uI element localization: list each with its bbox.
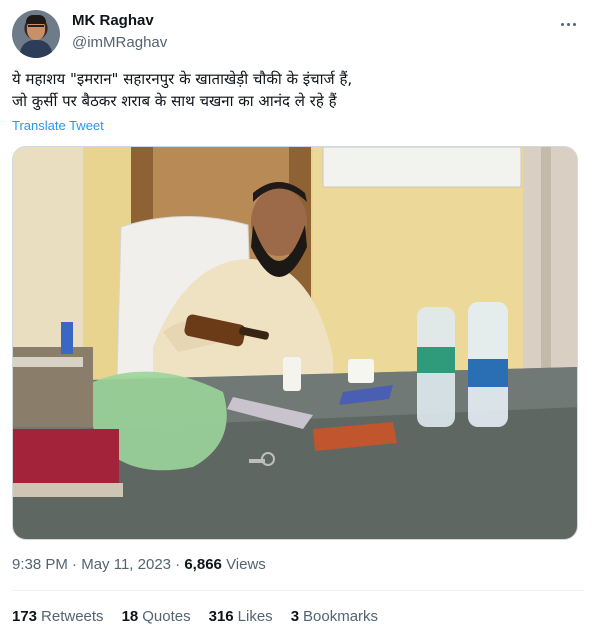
- divider: [12, 590, 584, 591]
- author-avatar[interactable]: [12, 10, 60, 58]
- translate-tweet-link[interactable]: Translate Tweet: [12, 118, 104, 133]
- bookmarks-label: Bookmarks: [303, 608, 379, 625]
- quotes-label: Quotes: [142, 608, 191, 625]
- bookmarks-stat[interactable]: 3 Bookmarks: [291, 608, 378, 625]
- likes-stat[interactable]: 316 Likes: [209, 608, 273, 625]
- likes-label: Likes: [237, 608, 273, 625]
- quotes-count: 18: [121, 608, 139, 625]
- tweet-date[interactable]: May 11, 2023: [81, 556, 171, 573]
- tweet-text: ये महाशय "इमरान" सहारनपुर के खाताखेड़ी च…: [12, 68, 582, 112]
- tweet-stats: 173 Retweets 18 Quotes 316 Likes 3 Bookmarks: [12, 608, 378, 625]
- tweet-photo[interactable]: [12, 146, 578, 540]
- tweet-text-line-1: ये महाशय "इमरान" सहारनपुर के खाताखेड़ी च…: [12, 70, 353, 88]
- photo-scene: [13, 147, 577, 539]
- avatar-hair: [26, 15, 46, 24]
- author-handle[interactable]: @imMRaghav: [72, 34, 167, 51]
- quotes-stat[interactable]: 18 Quotes: [122, 608, 191, 625]
- tweet-header: MK Raghav @imMRaghav: [12, 10, 584, 60]
- retweets-stat[interactable]: 173 Retweets: [12, 608, 104, 625]
- more-horizontal-icon[interactable]: [556, 14, 580, 34]
- retweets-count: 173: [12, 608, 38, 625]
- bookmarks-count: 3: [290, 608, 300, 625]
- author-name[interactable]: MK Raghav: [72, 12, 154, 29]
- avatar-shirt: [20, 40, 52, 58]
- likes-count: 316: [208, 608, 234, 625]
- tweet-timestamp: 9:38 PM · May 11, 2023 · 6,866 Views: [12, 556, 266, 573]
- meta-separator: ·: [171, 556, 185, 573]
- views-count: 6,866: [184, 556, 222, 573]
- tweet-time[interactable]: 9:38 PM: [12, 556, 68, 573]
- retweets-label: Retweets: [41, 608, 104, 625]
- tweet-text-line-2: जो कुर्सी पर बैठकर शराब के साथ चखना का आ…: [12, 92, 337, 110]
- views-label: Views: [226, 556, 266, 573]
- avatar-glasses: [28, 25, 44, 29]
- meta-separator: ·: [67, 556, 82, 573]
